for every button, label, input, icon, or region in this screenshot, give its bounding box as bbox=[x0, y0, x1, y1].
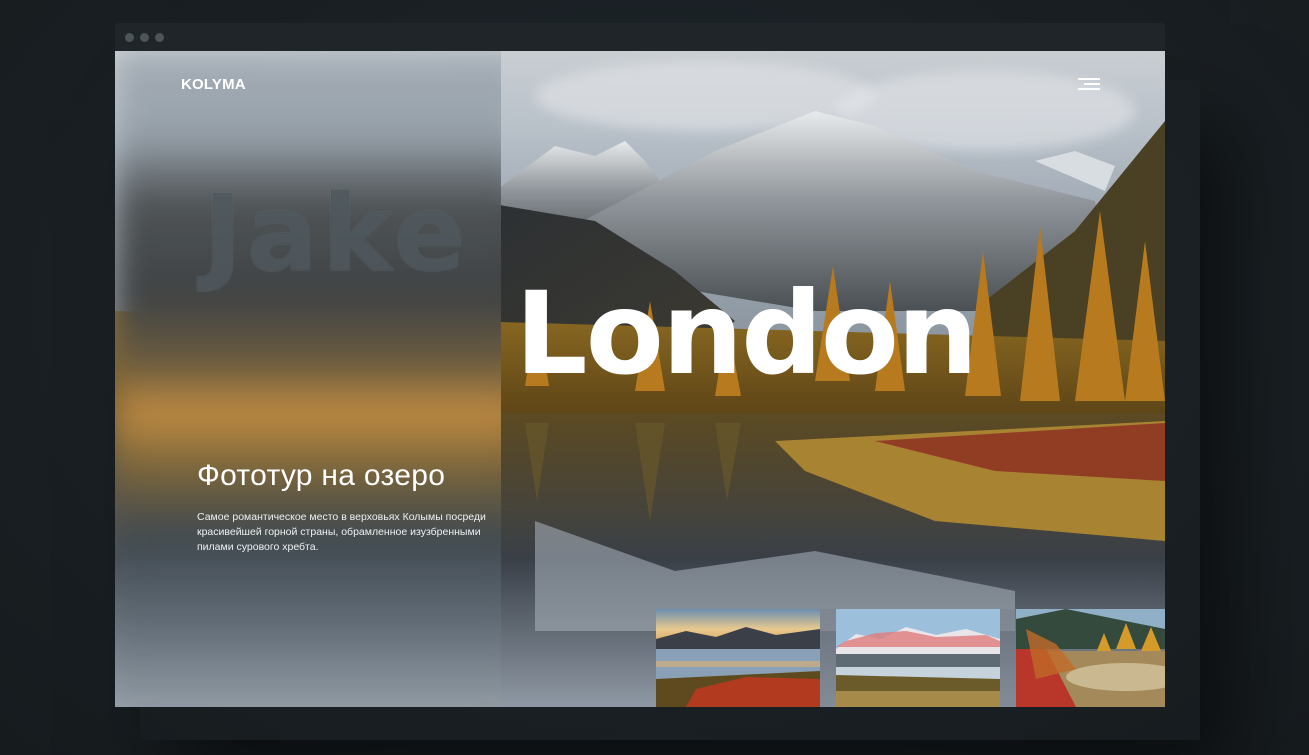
close-dot[interactable] bbox=[125, 33, 134, 42]
ghost-headline: Jake bbox=[203, 172, 470, 295]
minimize-dot[interactable] bbox=[140, 33, 149, 42]
tour-description: Самое романтическое место в верховьях Ко… bbox=[197, 511, 486, 553]
gallery-thumbnail-pink-peaks[interactable] bbox=[836, 609, 1000, 707]
gallery-thumbnail-lake-sunset[interactable] bbox=[656, 609, 820, 707]
browser-window: KOLYMA Jake London Фототур на озеро Само… bbox=[115, 23, 1165, 707]
window-controls bbox=[125, 33, 164, 42]
hero-headline: London bbox=[515, 267, 978, 400]
window-titlebar bbox=[115, 23, 1165, 51]
maximize-dot[interactable] bbox=[155, 33, 164, 42]
blurred-side-panel bbox=[115, 51, 501, 707]
gallery-thumbnail-autumn-shore[interactable] bbox=[1016, 609, 1165, 707]
tour-title: Фототур на озеро bbox=[197, 459, 446, 492]
hamburger-icon[interactable] bbox=[1076, 76, 1100, 92]
gallery-strip bbox=[656, 609, 1165, 707]
page-viewport: KOLYMA Jake London Фототур на озеро Само… bbox=[115, 51, 1165, 707]
site-logo[interactable]: KOLYMA bbox=[181, 76, 246, 93]
